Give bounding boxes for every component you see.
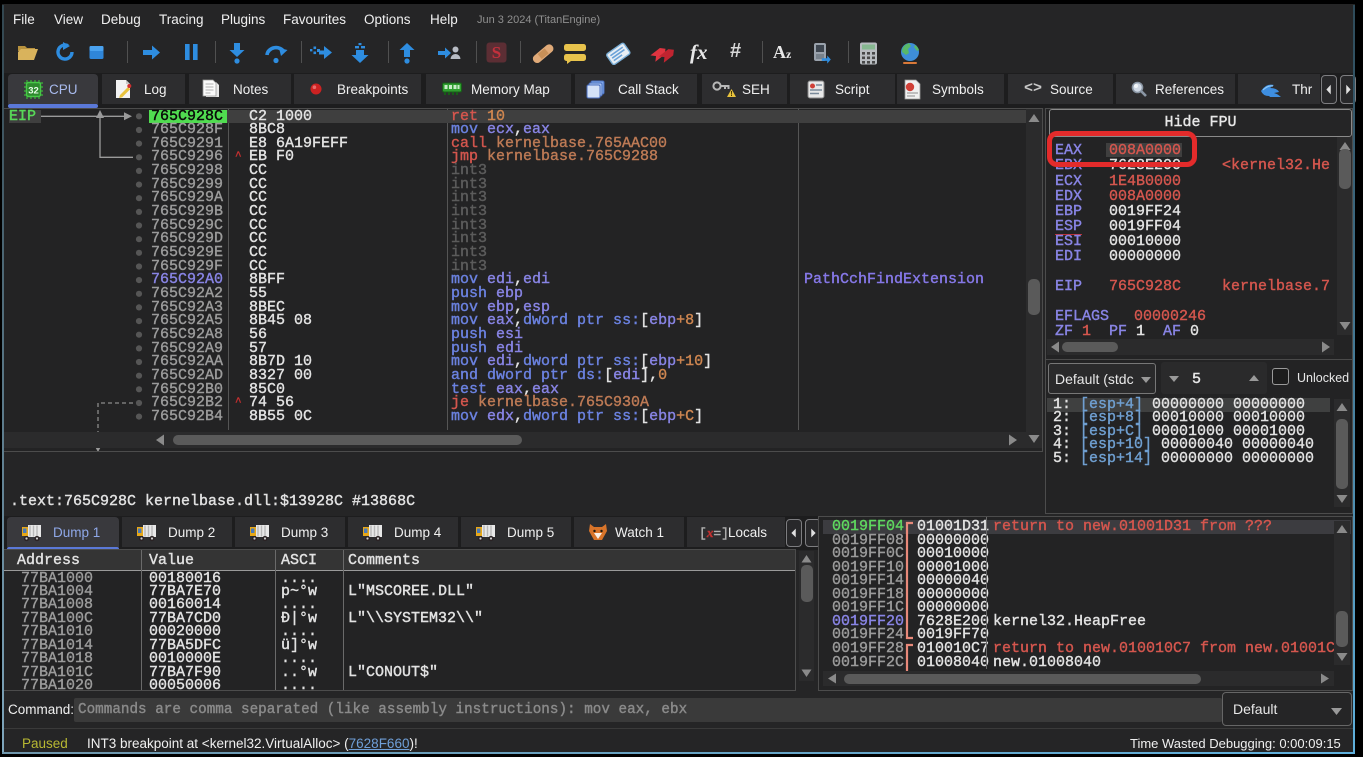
svg-text:S: S: [492, 43, 501, 62]
svg-text:!: !: [730, 91, 732, 98]
svg-text:32: 32: [28, 86, 39, 97]
